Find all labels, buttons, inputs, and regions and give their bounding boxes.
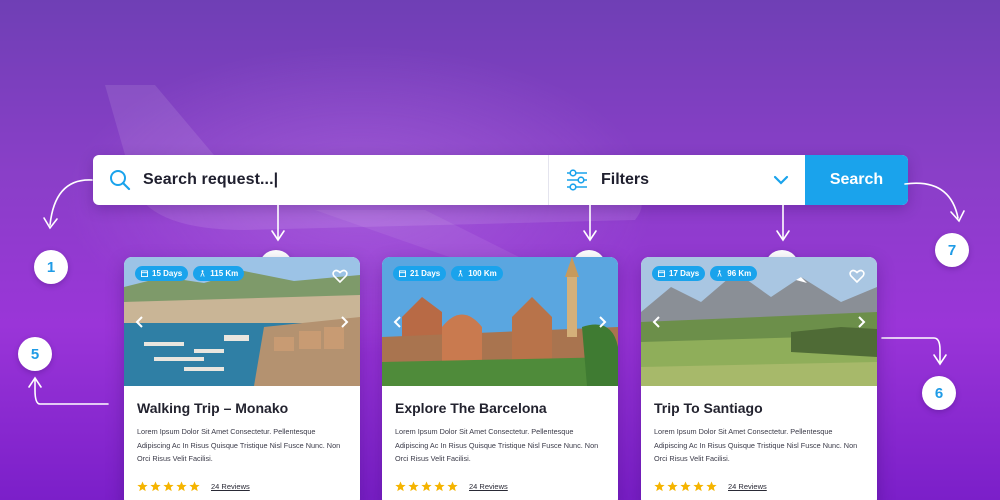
walking-icon [200,270,205,277]
card-description: Lorem Ipsum Dolor Sit Amet Consectetur. … [654,427,858,463]
callout-6: 6 [922,376,956,410]
star-icon [434,481,445,492]
search-icon [110,170,131,191]
distance-badge: 115 Km [193,266,245,281]
star-rating: 24 Reviews [654,481,864,492]
search-input[interactable]: Search request...| [93,155,548,205]
duration-badge: 21 Days [393,266,447,281]
card-image: 21 Days 100 Km [382,257,618,386]
calendar-icon [658,270,665,277]
chevron-right-icon[interactable] [854,315,868,329]
reviews-link[interactable]: 24 Reviews [728,482,767,491]
trip-card-barcelona[interactable]: 21 Days 100 Km Explore The Barcelona Lor… [382,257,618,500]
star-icon [693,481,704,492]
callout-7: 7 [935,233,969,267]
chevron-right-icon[interactable] [337,315,351,329]
star-icon [408,481,419,492]
star-icon [137,481,148,492]
heart-icon[interactable] [849,268,865,284]
reviews-link[interactable]: 24 Reviews [469,482,508,491]
star-icon [654,481,665,492]
star-rating: 24 Reviews [395,481,605,492]
search-button[interactable]: Search [805,155,908,205]
card-title[interactable]: Explore The Barcelona [395,400,605,416]
star-icon [189,481,200,492]
card-image: 17 Days 96 Km [641,257,877,386]
heart-icon[interactable] [332,268,348,284]
trip-card-monako[interactable]: 15 Days 115 Km Walking Trip – Monako Lor… [124,257,360,500]
star-icon [150,481,161,492]
duration-text: 15 Days [152,269,183,278]
star-icon [447,481,458,492]
duration-text: 17 Days [669,269,700,278]
star-icon [176,481,187,492]
card-description: Lorem Ipsum Dolor Sit Amet Consectetur. … [137,427,341,463]
star-icon [680,481,691,492]
distance-badge: 96 Km [710,266,758,281]
star-icon [706,481,717,492]
star-rating: 24 Reviews [137,481,347,492]
callout-1: 1 [34,250,68,284]
distance-text: 115 Km [210,269,239,278]
trip-card-santiago[interactable]: 17 Days 96 Km Trip To Santiago Lorem Ips… [641,257,877,500]
card-title[interactable]: Walking Trip – Monako [137,400,347,416]
search-bar: Search request...| Filters Search [93,155,908,205]
star-icon [421,481,432,492]
duration-text: 21 Days [410,269,441,278]
walking-icon [458,270,463,277]
sliders-icon [567,169,587,191]
chevron-down-icon [773,175,789,185]
star-icon [667,481,678,492]
duration-badge: 17 Days [652,266,706,281]
chevron-left-icon[interactable] [133,315,147,329]
chevron-left-icon[interactable] [391,315,405,329]
distance-text: 100 Km [468,269,497,278]
card-description: Lorem Ipsum Dolor Sit Amet Consectetur. … [395,427,599,463]
filters-label: Filters [601,171,650,188]
duration-badge: 15 Days [135,266,189,281]
callout-5: 5 [18,337,52,371]
chevron-right-icon[interactable] [595,315,609,329]
distance-badge: 100 Km [451,266,503,281]
reviews-link[interactable]: 24 Reviews [211,482,250,491]
card-image: 15 Days 115 Km [124,257,360,386]
chevron-left-icon[interactable] [650,315,664,329]
star-icon [395,481,406,492]
filters-dropdown[interactable]: Filters [548,155,805,205]
card-title[interactable]: Trip To Santiago [654,400,864,416]
star-icon [163,481,174,492]
search-input-text: Search request...| [143,171,279,188]
calendar-icon [141,270,148,277]
calendar-icon [399,270,406,277]
walking-icon [717,270,722,277]
distance-text: 96 Km [727,269,752,278]
